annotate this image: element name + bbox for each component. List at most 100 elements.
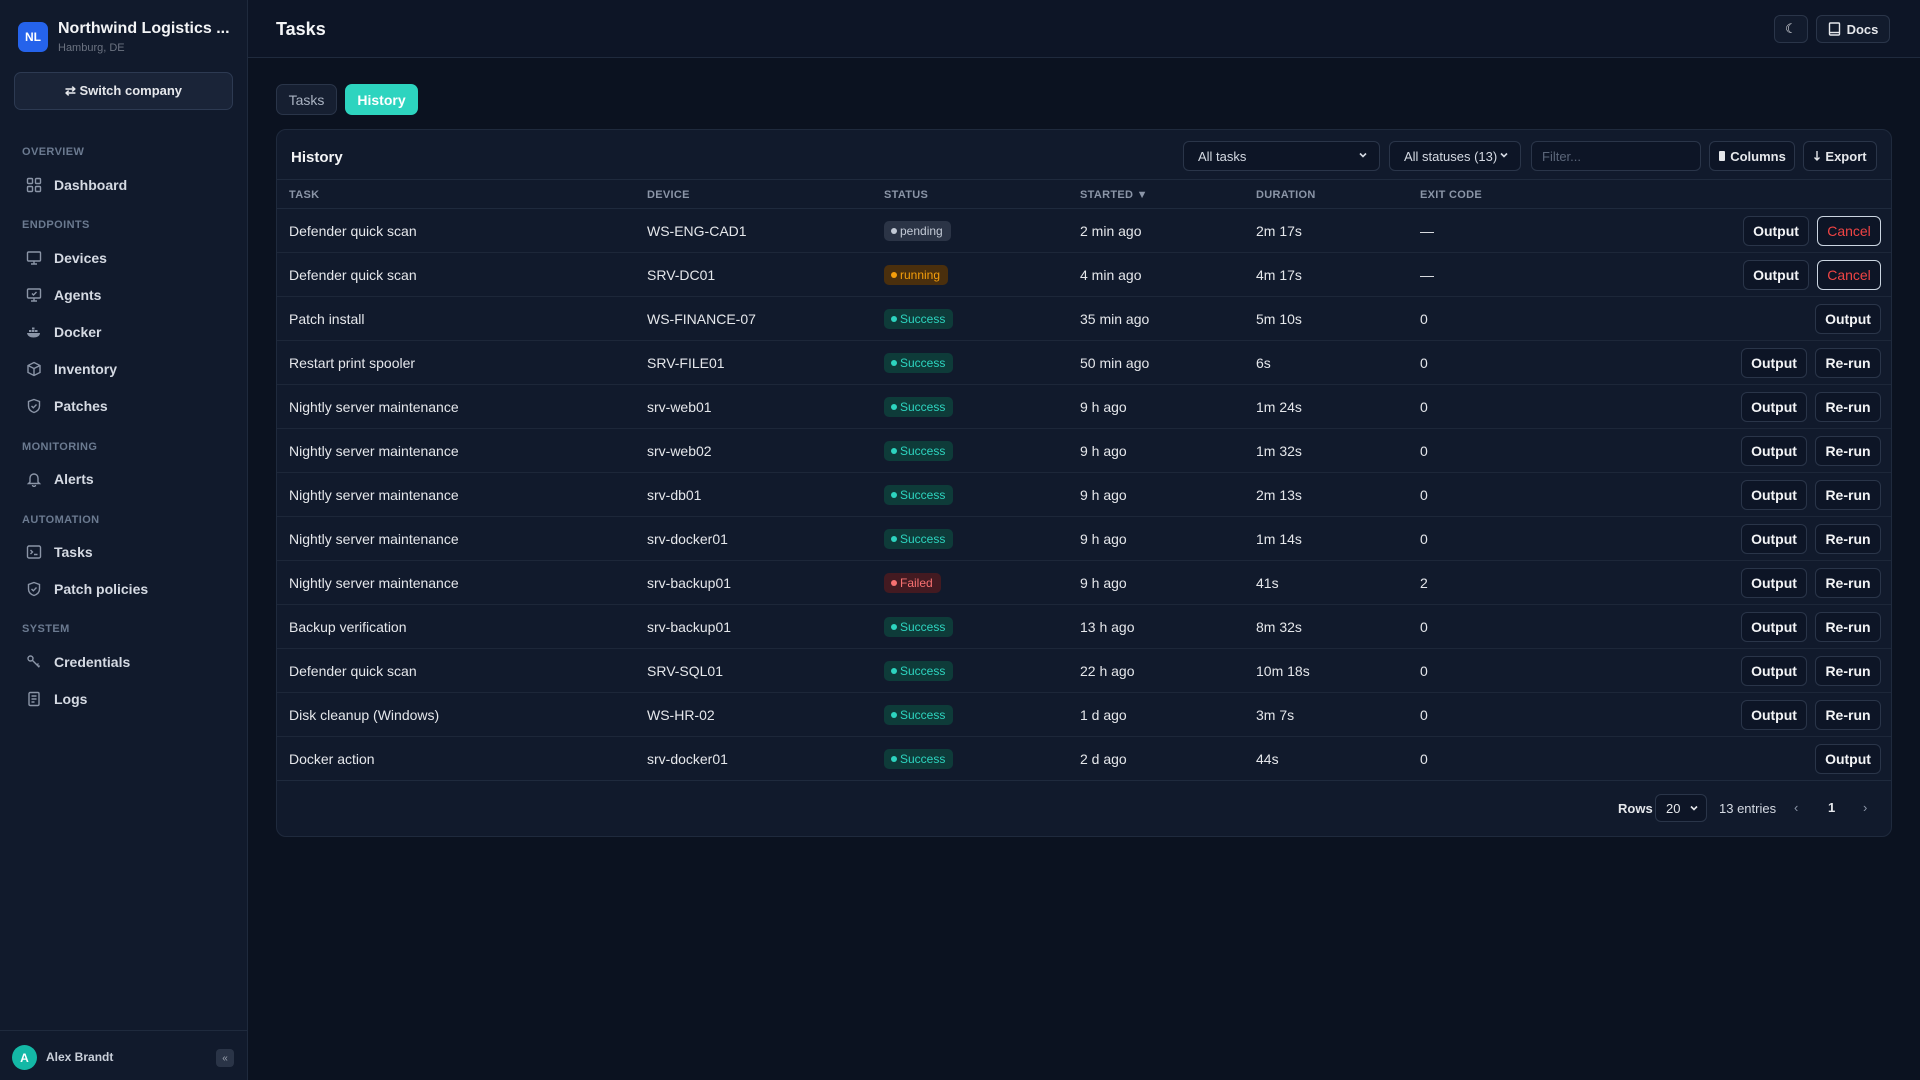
nav-section-overview: OVERVIEW [22,146,85,158]
collapse-sidebar-button[interactable]: « [216,1049,234,1067]
sidebar-item-patches[interactable]: Patches [14,391,234,421]
output-button[interactable]: Output [1741,656,1807,686]
output-button[interactable]: Output [1741,568,1807,598]
bell-icon [26,471,42,487]
device-name[interactable]: SRV-DC01 [647,267,715,283]
docs-label: Docs [1846,21,1879,37]
sidebar-item-label: Tasks [54,544,93,560]
device-name[interactable]: srv-db01 [647,487,701,503]
output-button[interactable]: Output [1741,612,1807,642]
re-run-button[interactable]: Re-run [1815,348,1881,378]
sidebar-item-inventory[interactable]: Inventory [14,354,234,384]
device-name[interactable]: srv-web02 [647,443,712,459]
output-button[interactable]: Output [1815,304,1881,334]
company-location: Hamburg, DE [58,42,125,54]
device-name[interactable]: SRV-FILE01 [647,355,725,371]
re-run-button[interactable]: Re-run [1815,480,1881,510]
docs-button[interactable]: Docs [1816,15,1890,43]
moon-icon: ☾ [1785,21,1797,36]
switch-company-button[interactable]: ⇄ Switch company [14,72,233,110]
re-run-button[interactable]: Re-run [1815,568,1881,598]
duration-value: 10m 18s [1256,663,1310,679]
sidebar-item-tasks[interactable]: Tasks [14,537,234,567]
device-name[interactable]: srv-backup01 [647,575,731,591]
page-number[interactable]: 1 [1828,800,1835,815]
task-filter-select[interactable]: All tasks [1183,141,1380,171]
sidebar-item-agents[interactable]: Agents [14,280,234,310]
export-button[interactable]: Export [1803,141,1877,171]
started-time: 1 d ago [1080,707,1127,723]
re-run-button[interactable]: Re-run [1815,612,1881,642]
sidebar: NL Northwind Logistics ... Hamburg, DE ⇄… [0,0,248,1080]
device-name[interactable]: WS-FINANCE-07 [647,311,756,327]
status-badge: running [884,265,949,285]
rows-per-page-select[interactable]: 20 [1655,794,1707,822]
cancel-button[interactable]: Cancel [1817,260,1881,290]
output-button[interactable]: Output [1815,744,1881,774]
avatar[interactable]: A [12,1045,37,1070]
device-name[interactable]: WS-HR-02 [647,707,715,723]
output-button[interactable]: Output [1741,392,1807,422]
duration-value: 1m 32s [1256,443,1302,459]
export-label: Export [1825,148,1867,164]
nav-section-monitoring: MONITORING [22,441,98,453]
device-name[interactable]: SRV-SQL01 [647,663,723,679]
device-name[interactable]: srv-docker01 [647,531,728,547]
device-name[interactable]: srv-web01 [647,399,712,415]
cancel-button[interactable]: Cancel [1817,216,1881,246]
col-started[interactable]: STARTED ▼ [1080,189,1148,201]
output-button[interactable]: Output [1741,436,1807,466]
nav-section-automation: AUTOMATION [22,514,100,526]
sidebar-item-patch-policies[interactable]: Patch policies [14,574,234,604]
re-run-button[interactable]: Re-run [1815,524,1881,554]
col-duration[interactable]: DURATION [1256,189,1316,201]
device-name[interactable]: WS-ENG-CAD1 [647,223,747,239]
re-run-button[interactable]: Re-run [1815,700,1881,730]
tab-history[interactable]: History [345,84,418,115]
task-name: Nightly server maintenance [289,443,459,459]
output-button[interactable]: Output [1741,348,1807,378]
output-button[interactable]: Output [1743,216,1809,246]
re-run-button[interactable]: Re-run [1815,656,1881,686]
col-status[interactable]: STATUS [884,189,928,201]
filter-input[interactable] [1531,141,1701,171]
theme-toggle-button[interactable]: ☾ [1774,15,1808,43]
status-filter-select[interactable]: All statuses (13) [1389,141,1521,171]
task-name: Nightly server maintenance [289,575,459,591]
started-time: 13 h ago [1080,619,1135,635]
user-name[interactable]: Alex Brandt [46,1050,113,1064]
sidebar-item-logs[interactable]: Logs [14,684,234,714]
duration-value: 2m 13s [1256,487,1302,503]
next-page-button[interactable]: › [1863,800,1867,815]
page-title: Tasks [276,19,326,39]
sidebar-item-alerts[interactable]: Alerts [14,464,234,494]
started-time: 9 h ago [1080,399,1127,415]
col-device[interactable]: DEVICE [647,189,690,201]
device-name[interactable]: srv-backup01 [647,619,731,635]
sidebar-item-docker[interactable]: Docker [14,317,234,347]
output-button[interactable]: Output [1741,524,1807,554]
status-badge: Success [884,397,954,417]
output-button[interactable]: Output [1743,260,1809,290]
sidebar-item-dashboard[interactable]: Dashboard [14,170,234,200]
output-button[interactable]: Output [1741,480,1807,510]
columns-button[interactable]: Columns [1709,141,1795,171]
sidebar-item-credentials[interactable]: Credentials [14,647,234,677]
exit-code-value: 0 [1420,443,1428,459]
table-row: Defender quick scan SRV-DC01 running 4 min … [277,253,1891,297]
tab-tasks[interactable]: Tasks [276,84,337,115]
re-run-button[interactable]: Re-run [1815,392,1881,422]
task-name: Nightly server maintenance [289,487,459,503]
prev-page-button[interactable]: ‹ [1794,800,1798,815]
sidebar-item-devices[interactable]: Devices [14,243,234,273]
task-name: Patch install [289,311,365,327]
table-row: Nightly server maintenance srv-web01 Succe… [277,385,1891,429]
sidebar-item-label: Agents [54,287,102,303]
col-task[interactable]: TASK [289,189,319,201]
sidebar-item-label: Dashboard [54,177,128,193]
status-badge: Failed [884,573,941,593]
output-button[interactable]: Output [1741,700,1807,730]
re-run-button[interactable]: Re-run [1815,436,1881,466]
col-exit-code[interactable]: EXIT CODE [1420,189,1482,201]
device-name[interactable]: srv-docker01 [647,751,728,767]
